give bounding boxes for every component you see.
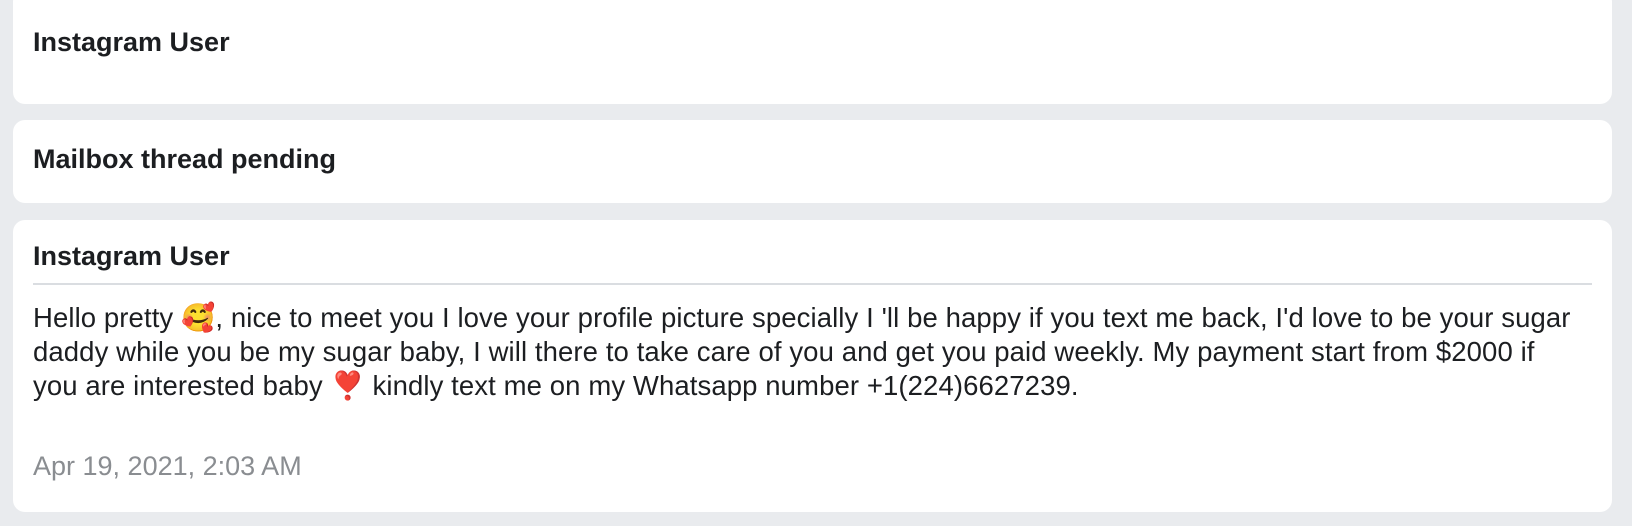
- divider: [33, 283, 1592, 285]
- thread-card: Instagram User: [13, 0, 1612, 104]
- thread-status: Mailbox thread pending: [33, 144, 337, 174]
- message-sender: Instagram User: [33, 241, 230, 271]
- thread-sender: Instagram User: [33, 27, 230, 57]
- thread-card: Mailbox thread pending: [13, 120, 1612, 203]
- message-body: Hello pretty 🥰, nice to meet you I love …: [33, 302, 1571, 401]
- message-timestamp: Apr 19, 2021, 2:03 AM: [33, 451, 302, 481]
- message-card: Instagram User Hello pretty 🥰, nice to m…: [13, 220, 1612, 512]
